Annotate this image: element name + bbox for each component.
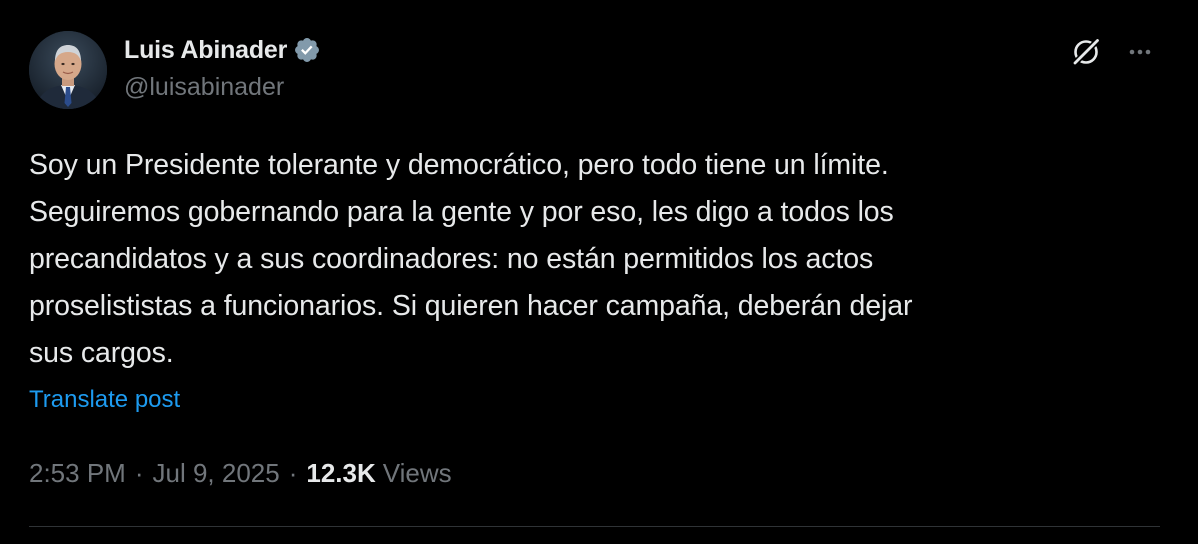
tweet-text-line: sus cargos. — [29, 337, 174, 369]
grok-icon — [1071, 37, 1101, 67]
tweet-meta: 2:53 PM · Jul 9, 2025 · 12.3K Views — [29, 454, 452, 492]
more-options-button[interactable] — [1120, 32, 1160, 72]
tweet-text-line: Soy un Presidente tolerante y democrátic… — [29, 149, 889, 181]
more-icon — [1129, 49, 1151, 55]
grok-button[interactable] — [1066, 32, 1106, 72]
meta-separator: · — [288, 457, 298, 488]
avatar[interactable] — [29, 31, 107, 109]
views-count[interactable]: 12.3K — [306, 458, 375, 489]
tweet: Luis Abinader @luisabinader Soy un Presi… — [0, 0, 1198, 544]
avatar-photo-icon — [29, 31, 107, 109]
post-date[interactable]: Jul 9, 2025 — [153, 458, 280, 489]
tweet-text-line: Seguiremos gobernando para la gente y po… — [29, 196, 894, 228]
tweet-text-line: precandidatos y a sus coordinadores: no … — [29, 243, 874, 275]
verified-badge-icon[interactable] — [293, 36, 321, 64]
translate-post-link[interactable]: Translate post — [29, 386, 180, 414]
views-label[interactable]: Views — [383, 458, 452, 489]
tweet-text: Soy un Presidente tolerante y democrátic… — [29, 142, 1169, 377]
author-display-name[interactable]: Luis Abinader — [124, 36, 287, 65]
meta-separator: · — [134, 457, 144, 488]
author-handle[interactable]: @luisabinader — [124, 73, 284, 102]
post-time[interactable]: 2:53 PM — [29, 458, 126, 489]
divider — [29, 526, 1160, 527]
author-name-row: Luis Abinader — [124, 32, 321, 68]
tweet-text-line: proselististas a funcionarios. Si quiere… — [29, 290, 913, 322]
